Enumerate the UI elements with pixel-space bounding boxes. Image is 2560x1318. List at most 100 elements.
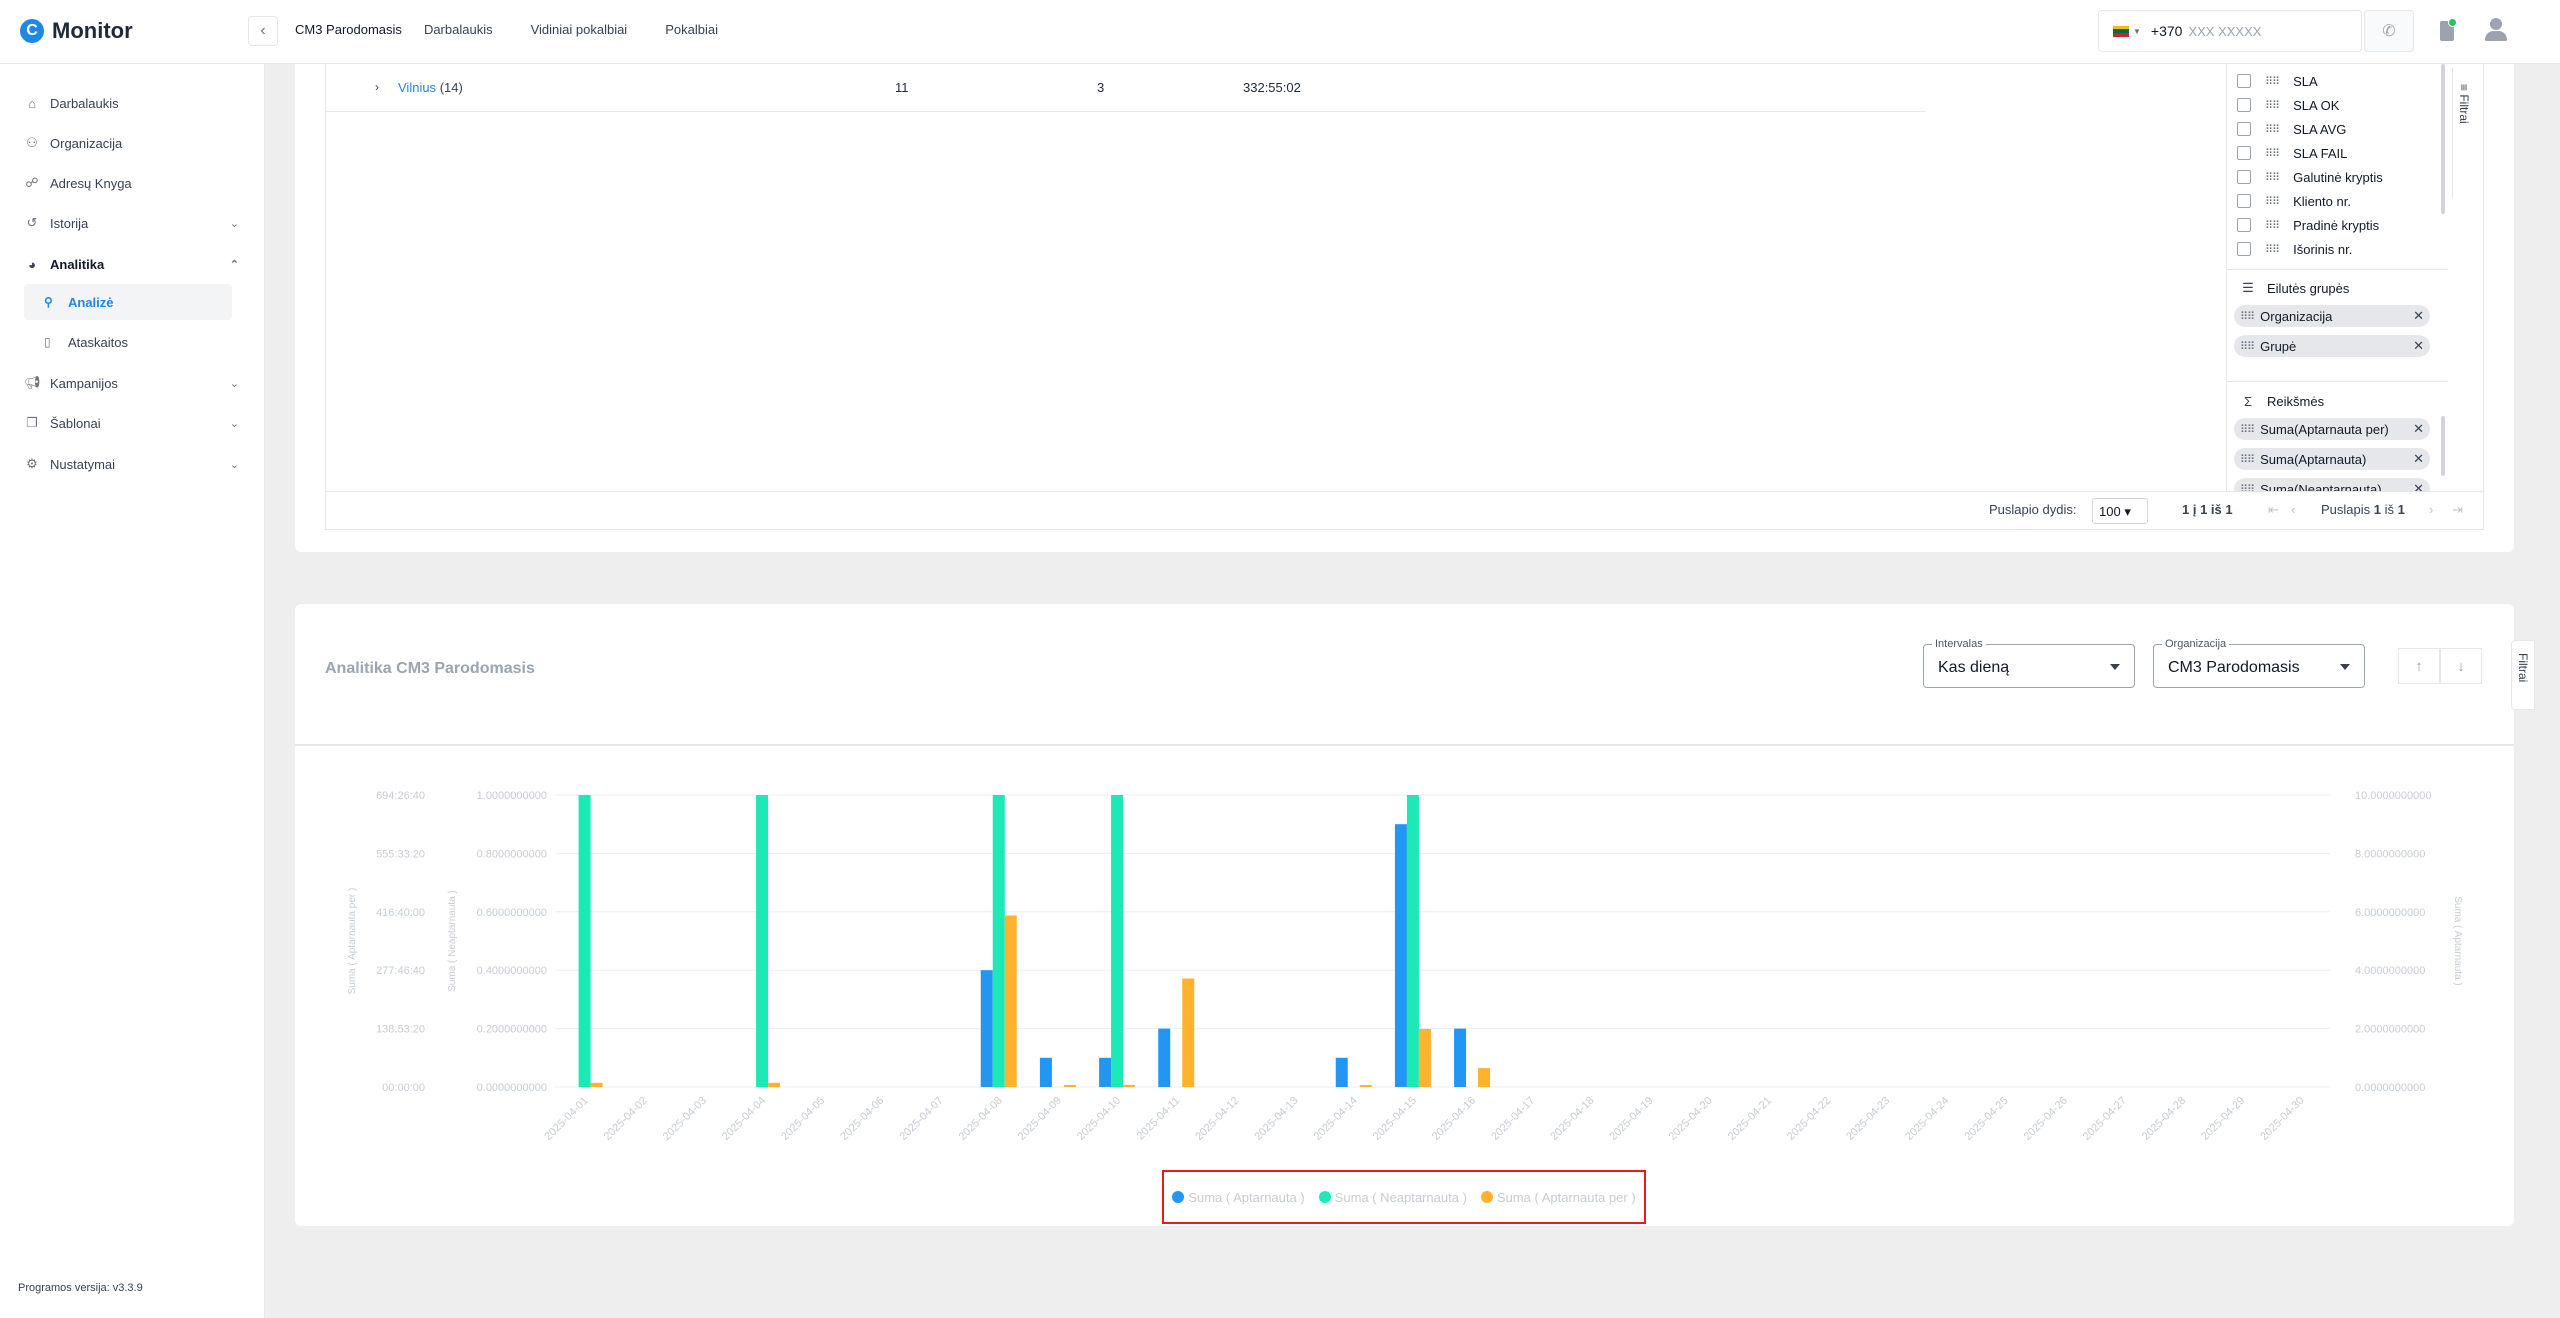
drag-handle-icon[interactable]: ⠿⠿ <box>2265 147 2280 160</box>
clipboard-status-icon[interactable] <box>2438 18 2457 42</box>
drag-handle-icon[interactable]: ⠿⠿ <box>2265 123 2280 136</box>
interval-select[interactable]: Intervalas Kas dieną <box>1923 638 2135 688</box>
legend-label: Suma ( Aptarnauta per ) <box>1496 1189 1636 1205</box>
page-size-select[interactable]: 100 ▾ <box>2092 498 2148 524</box>
country-dropdown-icon[interactable]: ▼ <box>2133 27 2141 36</box>
move-up-button[interactable]: ↑ <box>2398 648 2440 684</box>
filters-tab-label[interactable]: Filtrai <box>2516 653 2530 682</box>
row-group-name[interactable]: Vilnius (14) <box>398 80 463 95</box>
legend-item-aptarnauta-per[interactable]: Suma ( Aptarnauta per ) <box>1480 1189 1636 1205</box>
column-toggle[interactable]: ⠿⠿ SLA FAIL <box>2237 143 2347 163</box>
group-name-text[interactable]: Vilnius <box>398 80 436 95</box>
legend-item-aptarnauta[interactable]: Suma ( Aptarnauta ) <box>1172 1190 1305 1205</box>
legend-item-neaptarnauta[interactable]: Suma ( Neaptarnauta ) <box>1318 1190 1467 1205</box>
row-group-pill[interactable]: ⠿⠿ Grupė ✕ <box>2234 335 2430 357</box>
call-button[interactable]: ✆ <box>2364 10 2414 52</box>
drag-handle-icon[interactable]: ⠿⠿ <box>2240 340 2255 353</box>
expand-chevron-icon[interactable]: › <box>375 80 379 94</box>
x-axis-tick-label: 2025-04-08 <box>957 1095 1005 1143</box>
remove-icon[interactable]: ✕ <box>2413 421 2424 437</box>
sidebar-item-sablonai[interactable]: ❐ Šablonai ⌄ <box>24 409 239 437</box>
lithuania-flag-icon[interactable] <box>2113 25 2129 37</box>
x-axis-tick-label: 2025-04-11 <box>1135 1095 1183 1143</box>
column-toggle[interactable]: ⠿⠿ SLA <box>2237 71 2318 91</box>
phone-number-input[interactable]: XXX XXXXX <box>2188 24 2261 39</box>
left-axis-title: Suma ( Aptarnauta per ) <box>347 888 358 995</box>
collapse-sidebar-button[interactable]: ‹ <box>248 16 278 46</box>
checkbox[interactable] <box>2237 98 2251 112</box>
middle-axis-tick-label: 0.0000000000 <box>477 1082 547 1094</box>
sidebar-item-label: Analitika <box>50 256 105 272</box>
nav-darbalaukis[interactable]: Darbalaukis <box>424 22 493 37</box>
drag-handle-icon[interactable]: ⠿⠿ <box>2240 310 2255 323</box>
drag-handle-icon[interactable]: ⠿⠿ <box>2240 453 2255 466</box>
remove-icon[interactable]: ✕ <box>2413 451 2424 467</box>
value-pill[interactable]: ⠿⠿ Suma(Aptarnauta per) ✕ <box>2234 418 2430 440</box>
bar-suma-neaptarnauta <box>992 795 1005 1087</box>
remove-icon[interactable]: ✕ <box>2413 338 2424 354</box>
sidebar-item-istorija[interactable]: ↺ Istorija ⌄ <box>24 209 239 237</box>
user-avatar-icon[interactable] <box>2482 16 2510 44</box>
table-row[interactable]: › Vilnius (14) 11 3 332:55:02 <box>325 64 1926 112</box>
next-page-icon[interactable]: › <box>2429 502 2433 517</box>
column-toggle[interactable]: ⠿⠿ Kliento nr. <box>2237 191 2351 211</box>
organization-select[interactable]: Organizacija CM3 Parodomasis <box>2153 638 2365 688</box>
drag-handle-icon[interactable]: ⠿⠿ <box>2265 171 2280 184</box>
checkbox[interactable] <box>2237 146 2251 160</box>
checkbox[interactable] <box>2237 242 2251 256</box>
current-organization[interactable]: CM3 Parodomasis <box>295 22 402 37</box>
nav-pokalbiai[interactable]: Pokalbiai <box>665 22 718 37</box>
app-logo[interactable]: C Monitor <box>20 18 133 44</box>
column-toggle[interactable]: ⠿⠿ SLA OK <box>2237 95 2339 115</box>
move-down-button[interactable]: ↓ <box>2440 648 2482 684</box>
columns-scrollbar[interactable] <box>2441 64 2445 214</box>
middle-axis-tick-label: 0.8000000000 <box>477 848 547 860</box>
drag-handle-icon[interactable]: ⠿⠿ <box>2265 195 2280 208</box>
value-pill[interactable]: ⠿⠿ Suma(Aptarnauta) ✕ <box>2234 448 2430 470</box>
nav-vidiniai-pokalbiai[interactable]: Vidiniai pokalbiai <box>531 22 628 37</box>
sidebar-item-nustatymai[interactable]: ⚙ Nustatymai ⌄ <box>24 450 239 478</box>
page-size-value: 100 <box>2099 504 2121 519</box>
value-pill[interactable]: ⠿⠿ Suma(Neaptarnauta) ✕ <box>2234 478 2430 491</box>
prev-page-icon[interactable]: ‹ <box>2291 502 2295 517</box>
column-toggle[interactable]: ⠿⠿ Išorinis nr. <box>2237 239 2352 259</box>
bar-suma-aptarnauta <box>1335 1057 1348 1087</box>
row-group-pill[interactable]: ⠿⠿ Organizacija ✕ <box>2234 305 2430 327</box>
drag-handle-icon[interactable]: ⠿⠿ <box>2265 99 2280 112</box>
bar-suma-aptarnauta <box>980 970 993 1087</box>
remove-icon[interactable]: ✕ <box>2413 481 2424 491</box>
column-toggle[interactable]: ⠿⠿ SLA AVG <box>2237 119 2346 139</box>
first-page-icon[interactable]: ⇤ <box>2268 502 2279 518</box>
checkbox[interactable] <box>2237 194 2251 208</box>
filters-tab-label[interactable]: ≡ Filtrai <box>2457 84 2471 124</box>
sidebar-item-darbalaukis[interactable]: ⌂ Darbalaukis <box>24 89 239 117</box>
checkbox[interactable] <box>2237 122 2251 136</box>
drag-handle-icon[interactable]: ⠿⠿ <box>2240 483 2255 492</box>
column-toggle[interactable]: ⠿⠿ Pradinė kryptis <box>2237 215 2379 235</box>
checkbox[interactable] <box>2237 170 2251 184</box>
phone-input-group[interactable]: ▼ +370 XXX XXXXX <box>2098 10 2362 52</box>
drag-handle-icon[interactable]: ⠿⠿ <box>2265 75 2280 88</box>
filters-label-text: Filtrai <box>2457 94 2471 124</box>
filters-side-tab[interactable]: Filtrai <box>2511 640 2535 710</box>
sidebar-subitem-ataskaitos[interactable]: ▯ Ataskaitos <box>24 324 232 360</box>
column-toggle[interactable]: ⠿⠿ Galutinė kryptis <box>2237 167 2383 187</box>
sidebar-item-adresu-knyga[interactable]: ☍ Adresų Knyga <box>24 169 239 197</box>
filters-side-tab[interactable]: ≡ Filtrai <box>2452 68 2480 198</box>
drag-handle-icon[interactable]: ⠿⠿ <box>2265 243 2280 256</box>
sidebar-item-label: Organizacija <box>50 135 123 151</box>
checkbox[interactable] <box>2237 74 2251 88</box>
drag-handle-icon[interactable]: ⠿⠿ <box>2240 423 2255 436</box>
remove-icon[interactable]: ✕ <box>2413 308 2424 324</box>
pill-label: Suma(Neaptarnauta) <box>2260 481 2382 492</box>
last-page-icon[interactable]: ⇥ <box>2452 502 2463 518</box>
sidebar-subitem-analize[interactable]: ⚲ Analizė <box>24 284 232 320</box>
divider <box>2227 381 2448 382</box>
sidebar-item-analitika[interactable]: ◕ Analitika ⌃ <box>24 250 239 278</box>
sidebar-item-organizacija[interactable]: ⚇ Organizacija <box>24 129 239 157</box>
checkbox[interactable] <box>2237 218 2251 232</box>
sidebar-item-kampanijos[interactable]: 📢︎ Kampanijos ⌄ <box>24 369 239 397</box>
drag-handle-icon[interactable]: ⠿⠿ <box>2265 219 2280 232</box>
values-scrollbar[interactable] <box>2441 416 2445 476</box>
x-axis-tick-label: 2025-04-26 <box>2022 1095 2070 1143</box>
